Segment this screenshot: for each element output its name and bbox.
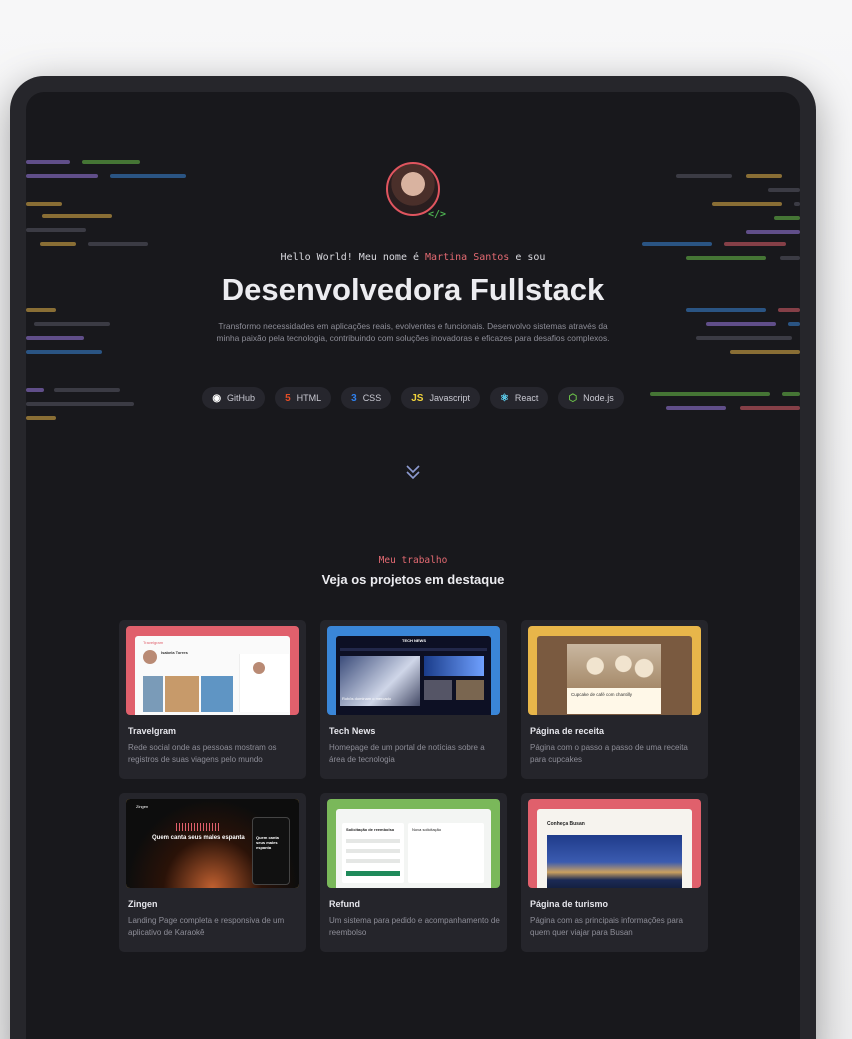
project-thumbnail: Conheça Busan [528, 799, 701, 888]
css3-icon: 3 [351, 392, 357, 404]
project-thumbnail: Solicitação de reembolso Nova solicitaçã… [327, 799, 500, 888]
skill-chip-nodejs[interactable]: ⬡ Node.js [558, 387, 624, 409]
work-eyebrow: Meu trabalho [378, 555, 448, 566]
skill-label: Node.js [583, 393, 614, 403]
code-brackets-icon: </> [427, 209, 446, 220]
skill-label: HTML [296, 393, 322, 403]
project-title: Página de turismo [530, 899, 609, 909]
skill-chip-javascript[interactable]: JS Javascript [401, 387, 480, 409]
project-description: Página com as principais informações par… [530, 916, 683, 937]
skill-label: CSS [362, 393, 382, 403]
project-card-refund[interactable]: Solicitação de reembolso Nova solicitaçã… [320, 793, 507, 952]
react-icon: ⚛ [499, 392, 509, 404]
skills-list: ◉ GitHub 5 HTML 3 CSS JS Javascript ⚛ Re… [26, 387, 800, 409]
skill-chip-react[interactable]: ⚛ React [489, 387, 549, 409]
skill-label: Javascript [429, 393, 470, 403]
html5-icon: 5 [285, 392, 291, 404]
project-thumbnail: Zingen Quem canta seus males espanta Que… [126, 799, 299, 888]
project-description: Página com o passo a passo de uma receit… [530, 743, 688, 764]
hero-greeting: Hello World! Meu nome é Martina Santos e… [26, 252, 800, 263]
hero-intro: Transformo necessidades em aplicações re… [216, 321, 610, 343]
chevron-double-down-icon[interactable] [403, 463, 423, 481]
work-title: Veja os projetos em destaque [321, 572, 505, 587]
project-description: Landing Page completa e responsiva de um… [128, 916, 285, 937]
nodejs-icon: ⬡ [568, 392, 578, 404]
project-title: Zingen [128, 899, 158, 909]
javascript-icon: JS [411, 392, 424, 404]
hero-headline: Desenvolvedora Fullstack [221, 272, 605, 307]
project-thumbnail: Cupcake de café com chantilly [528, 626, 701, 715]
skill-chip-html[interactable]: 5 HTML [275, 387, 332, 409]
project-card-recipe[interactable]: Cupcake de café com chantilly Página de … [521, 620, 708, 779]
project-thumbnail: Travelgram Isabela Torres [126, 626, 299, 715]
greeting-name: Martina Santos [425, 252, 510, 263]
projects-grid: Travelgram Isabela Torres Travelgram Red… [119, 620, 708, 952]
project-title: Tech News [329, 726, 376, 736]
project-description: Rede social onde as pessoas mostram os r… [128, 743, 277, 764]
profile-avatar: </> [386, 162, 446, 220]
skill-label: GitHub [227, 393, 256, 403]
project-title: Página de receita [530, 726, 605, 736]
skill-chip-github[interactable]: ◉ GitHub [202, 387, 266, 409]
project-card-tourism[interactable]: Conheça Busan Página de turismo Página c… [521, 793, 708, 952]
project-card-travelgram[interactable]: Travelgram Isabela Torres Travelgram Red… [119, 620, 306, 779]
project-thumbnail: TECH NEWS Robôs dominam o mercado [327, 626, 500, 715]
project-title: Refund [329, 899, 360, 909]
skill-label: React [514, 393, 539, 403]
greeting-prefix: Hello World! Meu nome é [280, 252, 426, 263]
greeting-suffix: e sou [509, 252, 546, 263]
project-card-tech-news[interactable]: TECH NEWS Robôs dominam o mercado Tech N… [320, 620, 507, 779]
project-description: Homepage de um portal de notícias sobre … [329, 743, 485, 764]
project-description: Um sistema para pedido e acompanhamento … [329, 916, 500, 937]
project-title: Travelgram [128, 726, 177, 736]
skill-chip-css[interactable]: 3 CSS [341, 387, 392, 409]
portfolio-screen: </> Hello World! Meu nome é Martina Sant… [26, 92, 800, 1039]
github-icon: ◉ [212, 392, 222, 404]
project-card-zingen[interactable]: Zingen Quem canta seus males espanta Que… [119, 793, 306, 952]
